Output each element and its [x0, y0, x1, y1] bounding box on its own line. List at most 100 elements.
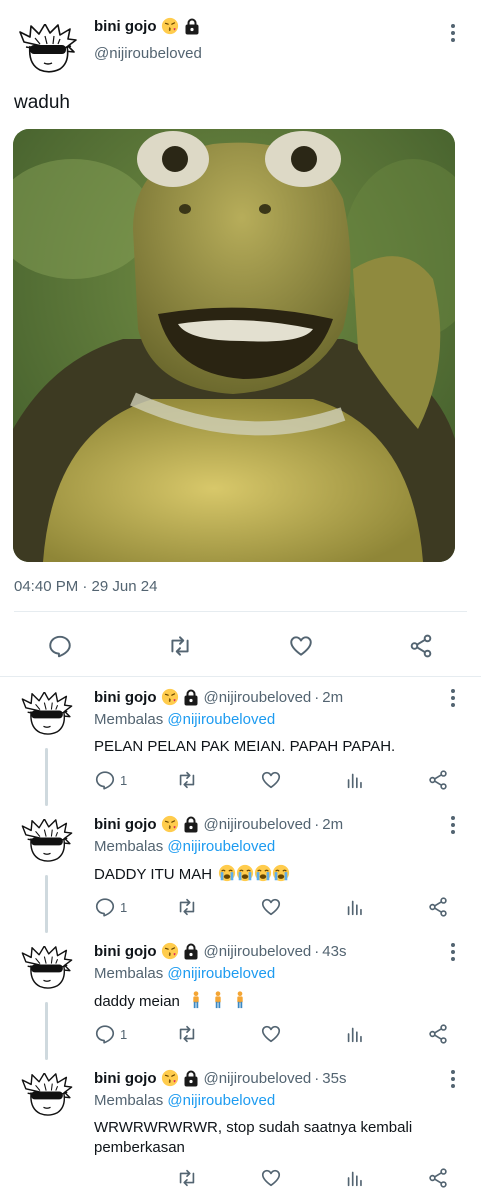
views-button[interactable] — [344, 1020, 366, 1048]
more-options-icon[interactable] — [443, 686, 463, 710]
author-name-row[interactable]: bini gojo — [94, 17, 200, 35]
mention-link[interactable]: @nijiroubeloved — [167, 1092, 275, 1109]
retweet-icon — [176, 769, 198, 791]
reply-time[interactable]: 2m — [322, 689, 343, 706]
replying-to: Membalas @nijiroubeloved — [94, 965, 275, 982]
like-icon — [288, 633, 314, 659]
retweet-button[interactable] — [176, 1020, 198, 1048]
reply-text: WRWRWRWRWR, stop sudah saatnya kembali p… — [94, 1119, 413, 1156]
reply-text: DADDY ITU MAH — [94, 864, 424, 888]
reply-header: bini gojo @nijiroubeloved · 43s — [94, 942, 346, 960]
share-icon — [427, 769, 449, 791]
more-options-icon[interactable] — [443, 1067, 463, 1091]
loudly-crying-face-icon — [218, 864, 236, 882]
reply-tweet[interactable]: bini gojo @nijiroubeloved · 35s Membalas… — [0, 1059, 481, 1200]
reply-author-handle[interactable]: @nijiroubeloved — [203, 689, 311, 706]
retweet-icon — [176, 1167, 198, 1189]
like-icon — [260, 896, 282, 918]
reply-author-handle[interactable]: @nijiroubeloved — [203, 1070, 311, 1087]
avatar[interactable] — [20, 946, 74, 990]
more-options-icon[interactable] — [443, 813, 463, 837]
retweet-button[interactable] — [176, 893, 198, 921]
tweet-timestamp[interactable]: 04:40 PM · 29 Jun 24 — [14, 578, 157, 595]
share-icon — [427, 896, 449, 918]
replying-to-label: Membalas — [94, 965, 164, 982]
reply-button[interactable] — [44, 630, 76, 662]
thread-line — [45, 1002, 48, 1060]
reply-author-handle[interactable]: @nijiroubeloved — [203, 943, 311, 960]
share-button[interactable] — [427, 1164, 449, 1192]
divider — [14, 611, 467, 612]
views-button[interactable] — [344, 766, 366, 794]
views-button[interactable] — [344, 1164, 366, 1192]
like-button[interactable] — [260, 1020, 282, 1048]
reply-text: daddy meian — [94, 991, 424, 1015]
tweet-thread-page: bini gojo @nijiroubeloved waduh 04:40 PM… — [0, 0, 481, 1200]
retweet-button[interactable] — [176, 1164, 198, 1192]
reply-author-name[interactable]: bini gojo — [94, 943, 156, 960]
views-icon — [344, 896, 366, 918]
avatar[interactable] — [20, 819, 74, 863]
separator: · — [314, 815, 320, 833]
reply-icon — [94, 1023, 116, 1045]
views-icon — [344, 1167, 366, 1189]
reply-count: 1 — [120, 772, 128, 788]
reply-count: 1 — [120, 1026, 128, 1042]
lock-icon — [184, 18, 200, 35]
mention-link[interactable]: @nijiroubeloved — [167, 965, 275, 982]
like-button[interactable] — [260, 893, 282, 921]
avatar[interactable] — [20, 692, 74, 736]
reply-button[interactable]: 1 — [94, 893, 127, 921]
mention-link[interactable]: @nijiroubeloved — [167, 711, 275, 728]
like-button[interactable] — [285, 630, 317, 662]
reply-time[interactable]: 35s — [322, 1070, 346, 1087]
separator: · — [314, 1069, 320, 1087]
replying-to-label: Membalas — [94, 1092, 164, 1109]
reply-author-name[interactable]: bini gojo — [94, 1070, 156, 1087]
more-options-icon[interactable] — [443, 21, 463, 45]
share-button[interactable] — [427, 766, 449, 794]
retweet-button[interactable] — [176, 766, 198, 794]
reply-icon — [94, 769, 116, 791]
author-name[interactable]: bini gojo — [94, 18, 156, 35]
reply-tweet[interactable]: bini gojo @nijiroubeloved · 2m Membalas … — [0, 678, 481, 806]
reply-time[interactable]: 2m — [322, 816, 343, 833]
avatar[interactable] — [20, 1073, 74, 1117]
reply-tweet[interactable]: bini gojo @nijiroubeloved · 43s Membalas… — [0, 932, 481, 1060]
replying-to: Membalas @nijiroubeloved — [94, 1092, 275, 1109]
thread-line — [45, 875, 48, 933]
like-icon — [260, 769, 282, 791]
reply-time[interactable]: 43s — [322, 943, 346, 960]
reply-author-name[interactable]: bini gojo — [94, 816, 156, 833]
reply-author-name[interactable]: bini gojo — [94, 689, 156, 706]
share-button[interactable] — [427, 893, 449, 921]
reply-text-content: DADDY ITU MAH — [94, 866, 213, 883]
reply-header: bini gojo @nijiroubeloved · 2m — [94, 815, 343, 833]
reply-author-handle[interactable]: @nijiroubeloved — [203, 816, 311, 833]
kissing-heart-emoji-icon — [161, 688, 179, 706]
author-handle[interactable]: @nijiroubeloved — [94, 45, 202, 62]
reply-header: bini gojo @nijiroubeloved · 2m — [94, 688, 343, 706]
like-icon — [260, 1167, 282, 1189]
replying-to: Membalas @nijiroubeloved — [94, 838, 275, 855]
reply-actions: 1 — [94, 893, 464, 921]
more-options-icon[interactable] — [443, 940, 463, 964]
share-button[interactable] — [427, 1020, 449, 1048]
main-tweet-header: bini gojo @nijiroubeloved — [0, 0, 481, 84]
views-button[interactable] — [344, 893, 366, 921]
share-button[interactable] — [405, 630, 437, 662]
like-button[interactable] — [260, 766, 282, 794]
reply-tweet[interactable]: bini gojo @nijiroubeloved · 2m Membalas … — [0, 805, 481, 933]
avatar[interactable] — [18, 24, 78, 74]
retweet-button[interactable] — [164, 630, 196, 662]
like-button[interactable] — [260, 1164, 282, 1192]
reply-button[interactable]: 1 — [94, 766, 127, 794]
replying-to-label: Membalas — [94, 838, 164, 855]
mention-link[interactable]: @nijiroubeloved — [167, 838, 275, 855]
retweet-icon — [176, 896, 198, 918]
views-icon — [344, 1023, 366, 1045]
reply-button[interactable]: 1 — [94, 1020, 127, 1048]
retweet-icon — [176, 1023, 198, 1045]
reply-text-content: daddy meian — [94, 993, 180, 1010]
tweet-media-image[interactable] — [13, 129, 455, 562]
